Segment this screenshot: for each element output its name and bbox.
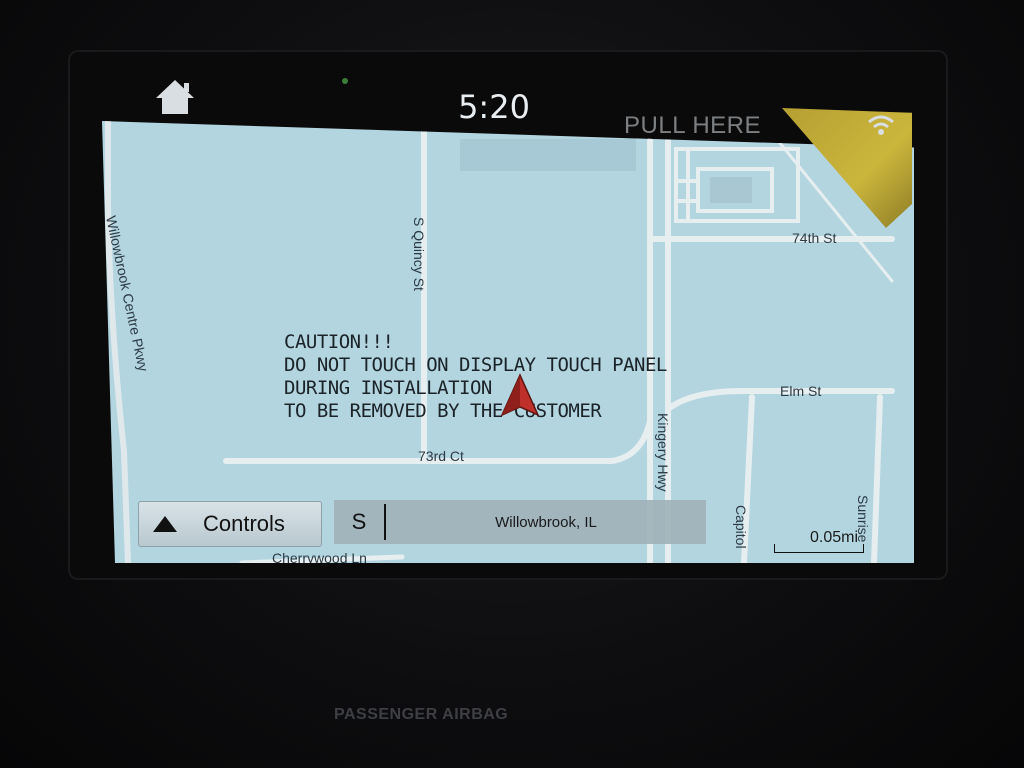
- compass-heading: S: [351, 509, 367, 534]
- road-label-73rd: 73rd Ct: [418, 448, 464, 464]
- map-scale-bar: [774, 544, 864, 553]
- map-scale: 0.05mi: [774, 529, 864, 553]
- controls-label: Controls: [203, 511, 285, 536]
- road-label-74th: 74th St: [792, 230, 836, 246]
- building-block: [710, 177, 752, 203]
- road-label-kingery: Kingery Hwy: [655, 413, 671, 492]
- chevron-up-icon: [153, 516, 177, 532]
- road-label-quincy: S Quincy St: [411, 217, 427, 291]
- passenger-airbag-label: PASSENGER AIRBAG: [334, 706, 509, 723]
- caution-line-1: CAUTION!!!: [284, 331, 394, 353]
- pull-here-label: PULL HERE: [624, 112, 761, 139]
- clock: 5:20: [458, 88, 530, 126]
- vehicle-position-icon: [500, 373, 540, 417]
- road-label-capitol: Capitol: [733, 505, 749, 549]
- home-icon[interactable]: [154, 78, 196, 116]
- wifi-icon: [868, 115, 894, 135]
- road-label-cherrywood: Cherrywood Ln: [272, 550, 367, 563]
- heading-location-bar[interactable]: S Willowbrook, IL: [334, 500, 706, 544]
- map-screen[interactable]: Willowbrook Centre Pkwy S Quincy St 73rd…: [102, 121, 914, 563]
- controls-button[interactable]: Controls: [138, 501, 322, 547]
- map-blur-patch: [460, 139, 636, 171]
- status-indicator-dot: [342, 78, 348, 84]
- road-label-elm: Elm St: [780, 383, 821, 399]
- current-location: Willowbrook, IL: [495, 513, 597, 531]
